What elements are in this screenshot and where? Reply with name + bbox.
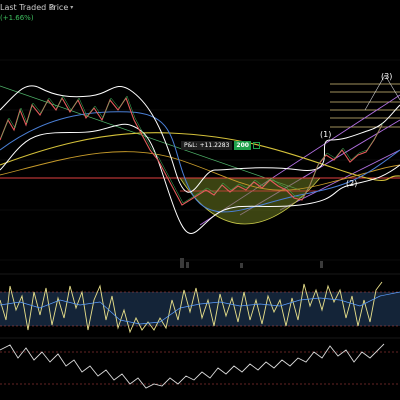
wave-label-3: (3) [381, 72, 393, 81]
wave-label-1: (1) [320, 130, 332, 139]
pnl-text: P&L: +11.2283 [181, 141, 233, 150]
wave-label-2: (2) [346, 179, 358, 188]
close-position-icon[interactable] [252, 142, 260, 149]
position-qty: 200 [234, 141, 251, 150]
fib-retracement-lines[interactable] [330, 83, 400, 128]
ema-long-line [0, 132, 400, 181]
green-trend-line[interactable] [0, 85, 301, 191]
chart-canvas[interactable] [0, 0, 400, 400]
position-pnl-label[interactable]: P&L: +11.2283 200 [181, 141, 260, 150]
oscillator-line [0, 343, 385, 389]
volume-bars [180, 258, 323, 268]
